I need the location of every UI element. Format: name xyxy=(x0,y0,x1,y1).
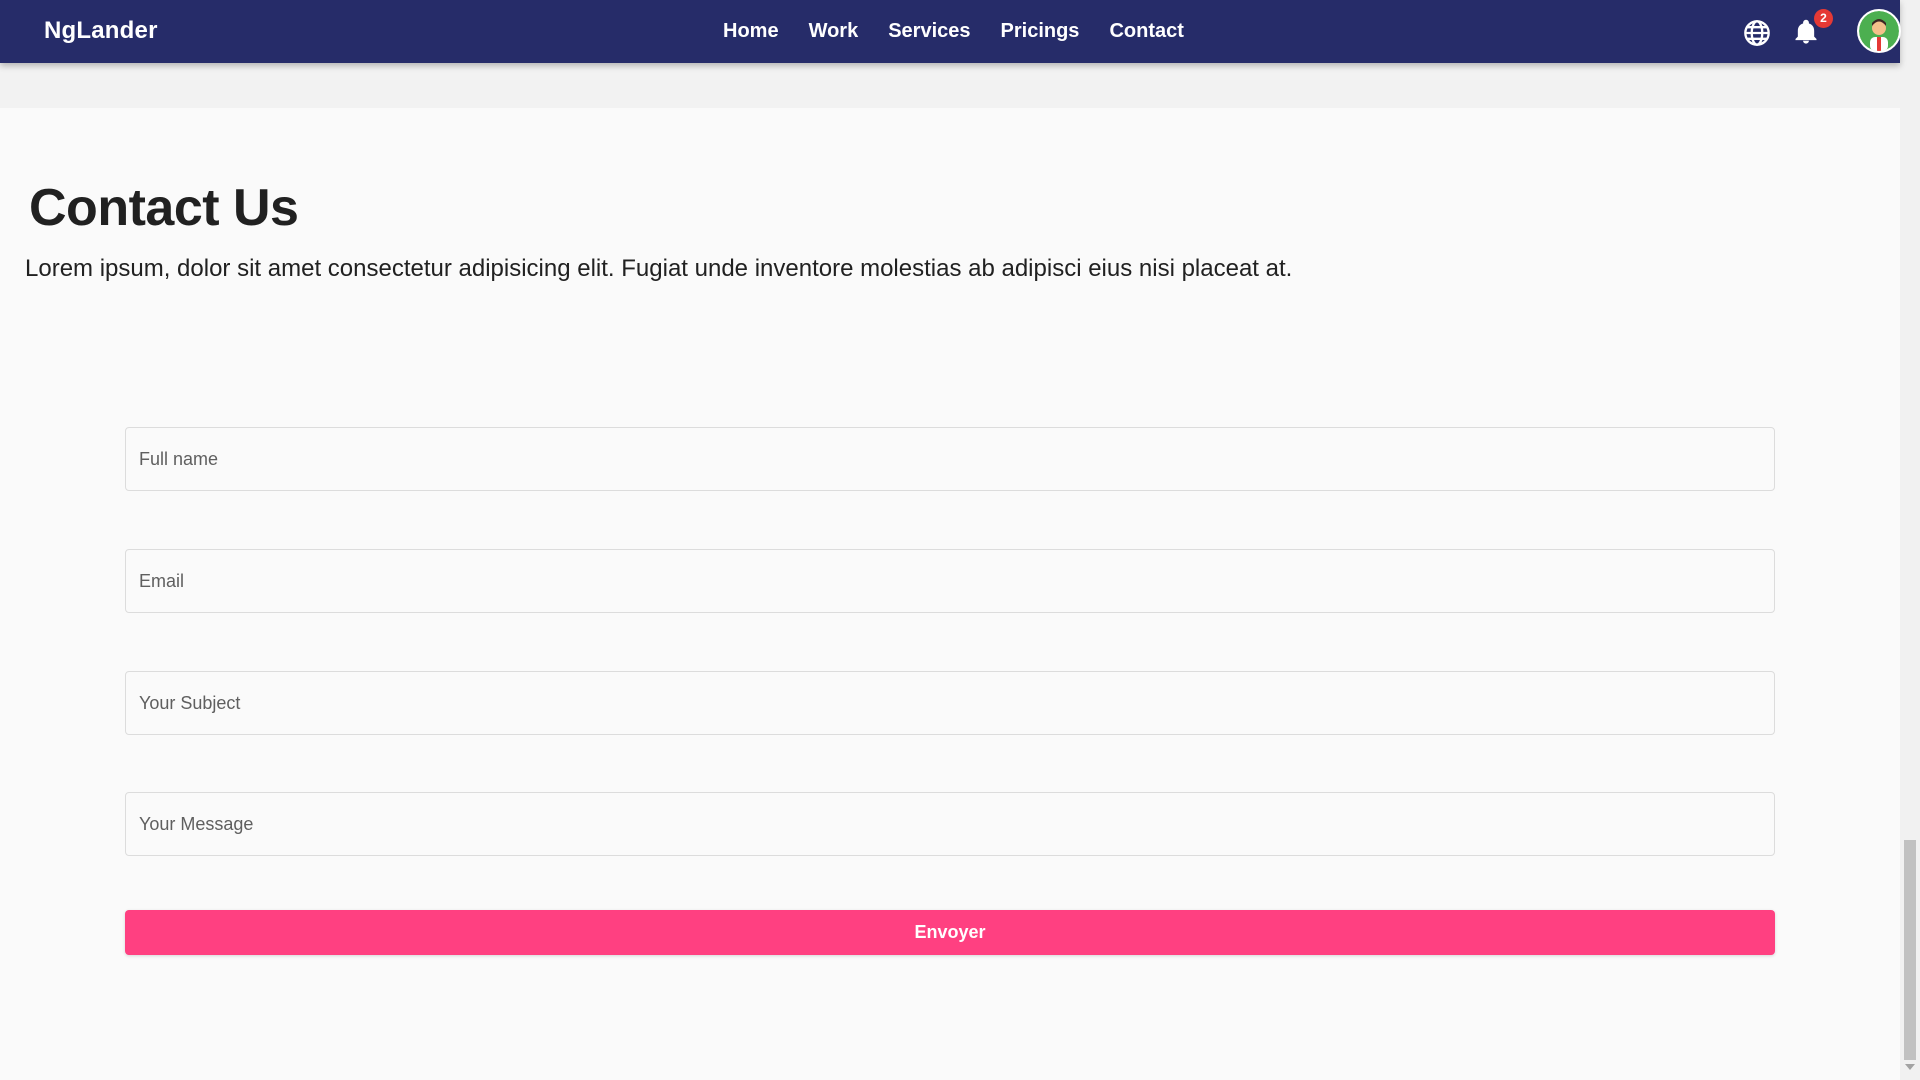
full-name-field xyxy=(125,427,1775,491)
subject-field xyxy=(125,671,1775,735)
notification-badge: 2 xyxy=(1814,9,1833,28)
notifications-button[interactable]: 2 xyxy=(1792,9,1833,49)
nav-services[interactable]: Services xyxy=(873,20,985,43)
scroll-down-icon[interactable] xyxy=(1905,1064,1915,1070)
page-description: Lorem ipsum, dolor sit amet consectetur … xyxy=(25,255,1293,282)
brand-logo[interactable]: NgLander xyxy=(44,17,158,45)
message-field xyxy=(125,792,1775,856)
main-nav: Home Work Services Pricings Contact xyxy=(708,20,1199,43)
nav-pricings[interactable]: Pricings xyxy=(986,20,1095,43)
email-field xyxy=(125,549,1775,613)
nav-work[interactable]: Work xyxy=(794,20,874,43)
submit-button[interactable]: Envoyer xyxy=(125,910,1775,955)
page-title: Contact Us xyxy=(29,179,299,237)
full-name-input[interactable] xyxy=(126,428,1774,490)
avatar[interactable] xyxy=(1857,9,1901,53)
toolbar-shadow-strip xyxy=(0,63,1900,108)
subject-input[interactable] xyxy=(126,672,1774,734)
vertical-scrollbar[interactable] xyxy=(1900,0,1920,1080)
scrollbar-thumb[interactable] xyxy=(1904,840,1916,1060)
email-input[interactable] xyxy=(126,550,1774,612)
globe-icon[interactable] xyxy=(1743,19,1771,47)
nav-contact[interactable]: Contact xyxy=(1094,20,1198,43)
message-input[interactable] xyxy=(126,793,1774,855)
top-toolbar: NgLander Home Work Services Pricings Con… xyxy=(0,0,1901,63)
nav-home[interactable]: Home xyxy=(708,20,794,43)
